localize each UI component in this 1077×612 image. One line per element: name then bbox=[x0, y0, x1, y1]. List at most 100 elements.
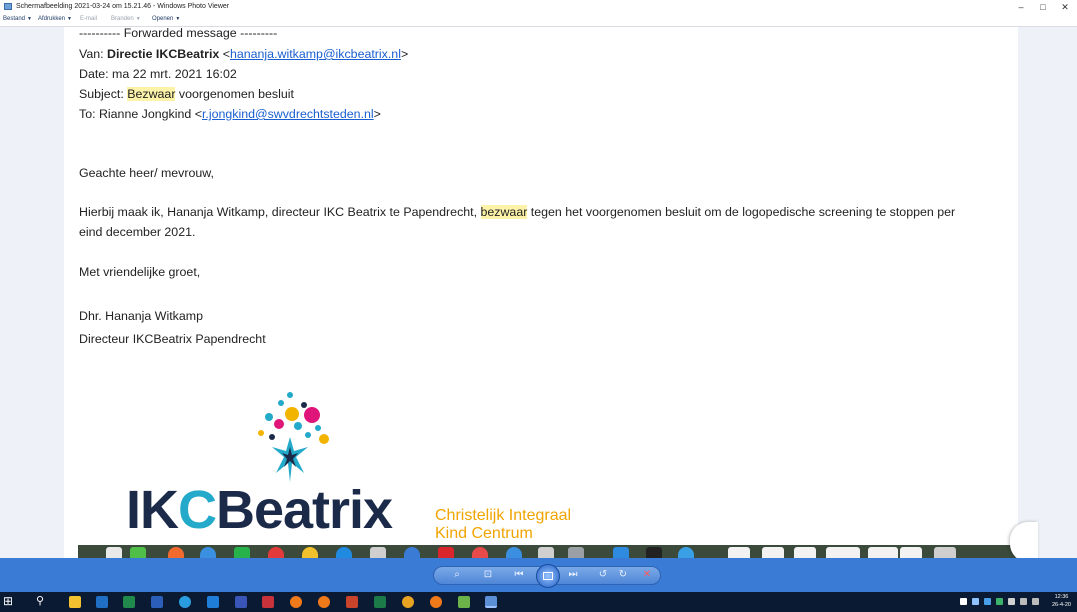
dock-app-icon bbox=[438, 547, 454, 558]
pdf-app-icon[interactable] bbox=[262, 596, 274, 608]
dock-app-icon bbox=[168, 547, 184, 558]
dock-app-icon bbox=[506, 547, 522, 558]
photo-viewer-app-icon bbox=[4, 3, 12, 10]
tray-icon[interactable] bbox=[996, 598, 1003, 605]
dock-document-thumbnail bbox=[794, 547, 816, 558]
logo-wordmark-ik: IK bbox=[126, 480, 179, 540]
next-image-button[interactable]: ⏭ bbox=[566, 568, 580, 582]
menu-afdrukken[interactable]: Afdrukken ▼ bbox=[38, 16, 72, 22]
from-name: Directie IKCBeatrix bbox=[107, 47, 220, 61]
chevron-down-icon: ▼ bbox=[135, 16, 141, 22]
word-icon[interactable] bbox=[151, 596, 163, 608]
photo-viewer-taskbar-icon[interactable] bbox=[485, 596, 497, 608]
dock-app-icon bbox=[678, 547, 694, 558]
menu-bar: Bestand ▼ Afdrukken ▼ E-mail Branden ▼ Open… bbox=[0, 14, 1077, 27]
menu-openen[interactable]: Openen ▼ bbox=[152, 16, 180, 22]
dock-app-icon bbox=[472, 547, 488, 558]
firefox-icon[interactable] bbox=[430, 596, 442, 608]
menu-branden[interactable]: Branden ▼ bbox=[111, 16, 141, 22]
dock-app-icon bbox=[130, 547, 146, 558]
close-button[interactable]: ✕ bbox=[1054, 1, 1076, 13]
dock-document-thumbnail bbox=[868, 547, 898, 558]
tray-icon[interactable] bbox=[960, 598, 967, 605]
menu-afdrukken-label: Afdrukken bbox=[38, 16, 66, 22]
dock-app-icon bbox=[538, 547, 554, 558]
logo-tagline-2: Kind Centrum bbox=[435, 525, 533, 542]
dock-document-thumbnail bbox=[826, 547, 860, 558]
dock-app-icon bbox=[336, 547, 352, 558]
logo-wordmark-beatrix: Beatrix bbox=[216, 480, 393, 540]
app-icon[interactable] bbox=[235, 596, 247, 608]
taskbar-clock[interactable]: 12:36 26-4-20 bbox=[1052, 593, 1071, 609]
excel-icon[interactable] bbox=[123, 596, 135, 608]
slideshow-icon bbox=[543, 572, 553, 580]
firefox-icon[interactable] bbox=[290, 596, 302, 608]
dock-document-thumbnail bbox=[900, 547, 922, 558]
folder-app-icon[interactable] bbox=[458, 596, 470, 608]
body-paragraph-line2: eind december 2021. bbox=[79, 225, 196, 239]
chevron-down-icon: ▼ bbox=[175, 16, 181, 22]
minimize-button[interactable]: – bbox=[1010, 1, 1032, 13]
menu-bestand[interactable]: Bestand ▼ bbox=[3, 16, 32, 22]
powerpoint-icon[interactable] bbox=[346, 596, 358, 608]
start-button[interactable]: ⊞ bbox=[3, 594, 13, 608]
date-line: Date: ma 22 mrt. 2021 16:02 bbox=[79, 67, 237, 81]
chrome-icon[interactable] bbox=[402, 596, 414, 608]
title-bar: Schermafbeelding 2021-03-24 om 15.21.46 … bbox=[0, 0, 1077, 14]
dock-app-icon bbox=[106, 547, 122, 558]
image-viewport[interactable]: ---------- Forwarded message --------- V… bbox=[0, 27, 1077, 558]
forwarded-header: ---------- Forwarded message --------- bbox=[79, 27, 278, 40]
delete-icon[interactable]: ✕ bbox=[640, 568, 654, 582]
subject-rest: voorgenomen besluit bbox=[175, 87, 294, 101]
tray-icon[interactable] bbox=[984, 598, 991, 605]
slideshow-button[interactable] bbox=[536, 564, 560, 588]
dock-app-icon bbox=[200, 547, 216, 558]
dock-app-icon bbox=[268, 547, 284, 558]
volume-icon[interactable] bbox=[1032, 598, 1039, 605]
to-email-link: r.jongkind@swvdrechtsteden.nl bbox=[201, 107, 374, 121]
subject-highlight: Bezwaar bbox=[127, 87, 176, 101]
dock-trash-icon bbox=[934, 547, 956, 558]
to-label: To: Rianne Jongkind bbox=[79, 107, 192, 121]
body-highlight: bezwaar bbox=[480, 205, 528, 219]
page-scroll-handle[interactable] bbox=[1010, 522, 1038, 558]
body-text-end: tegen het voorgenomen besluit om de logo… bbox=[527, 205, 956, 219]
tray-icon[interactable] bbox=[972, 598, 979, 605]
outlook-icon[interactable] bbox=[96, 596, 108, 608]
network-icon[interactable] bbox=[1020, 598, 1027, 605]
logo-wordmark: IKCBeatrix bbox=[126, 480, 393, 540]
rotate-counterclockwise-icon[interactable]: ↺ bbox=[596, 568, 610, 582]
dock-app-icon bbox=[646, 547, 662, 558]
from-line: Van: Directie IKCBeatrix <hananja.witkam… bbox=[79, 47, 409, 61]
signature-name: Dhr. Hananja Witkamp bbox=[79, 309, 203, 323]
window-title: Schermafbeelding 2021-03-24 om 15.21.46 … bbox=[16, 3, 230, 10]
dock-app-icon bbox=[404, 547, 420, 558]
clock-date: 26-4-20 bbox=[1052, 602, 1071, 608]
subject-line: Subject: Bezwaar voorgenomen besluit bbox=[79, 87, 294, 102]
dock-document-thumbnail bbox=[762, 547, 784, 558]
rotate-clockwise-icon[interactable]: ↻ bbox=[616, 568, 630, 582]
from-label: Van: bbox=[79, 47, 104, 61]
maximize-button[interactable]: □ bbox=[1032, 1, 1054, 13]
signature-title: Directeur IKCBeatrix Papendrecht bbox=[79, 332, 266, 346]
closing: Met vriendelijke groet, bbox=[79, 265, 201, 279]
project-icon[interactable] bbox=[374, 596, 386, 608]
dock-document-thumbnail bbox=[728, 547, 750, 558]
menu-openen-label: Openen bbox=[152, 16, 174, 22]
internet-explorer-icon[interactable] bbox=[207, 596, 219, 608]
previous-image-button[interactable]: ⏮ bbox=[512, 568, 526, 582]
edge-icon[interactable] bbox=[179, 596, 191, 608]
menu-email[interactable]: E-mail bbox=[80, 16, 97, 22]
actual-size-icon[interactable]: ⊡ bbox=[481, 568, 495, 582]
file-explorer-icon[interactable] bbox=[69, 596, 81, 608]
logo-tagline-1: Christelijk Integraal bbox=[435, 507, 572, 524]
search-icon[interactable]: ⚲ bbox=[36, 594, 44, 608]
email-screenshot-image: ---------- Forwarded message --------- V… bbox=[64, 27, 1018, 558]
dock-app-icon bbox=[302, 547, 318, 558]
dock-app-icon bbox=[234, 547, 250, 558]
zoom-icon[interactable]: ⌕ bbox=[450, 568, 464, 582]
clock-time: 12:36 bbox=[1054, 594, 1069, 600]
tray-icon[interactable] bbox=[1008, 598, 1015, 605]
firefox-icon[interactable] bbox=[318, 596, 330, 608]
menu-bestand-label: Bestand bbox=[3, 16, 26, 22]
